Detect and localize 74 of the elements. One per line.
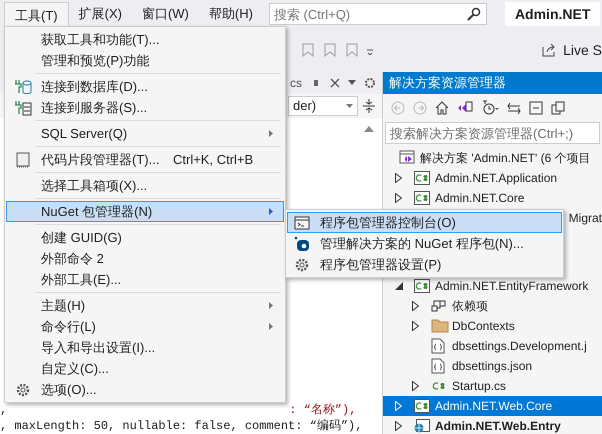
- menu-item[interactable]: NuGet 包管理器(N): [6, 201, 284, 222]
- search-field[interactable]: 搜索解决方案资源管理器(Ctrl+;): [385, 122, 600, 144]
- caret-icon: [346, 104, 353, 108]
- solution-name-badge: Admin.NET: [504, 2, 600, 26]
- solution-icon: [399, 150, 415, 166]
- menu-item[interactable]: 选项(O)...: [6, 379, 284, 400]
- json-file-icon: [431, 358, 445, 374]
- history-icon[interactable]: [481, 100, 499, 116]
- dependencies-icon: [431, 299, 447, 313]
- code-text: , maxLength: 50, nullable: false, comment: “编码”),: [0, 418, 362, 434]
- tree-item[interactable]: Admin.NET.Web.Core: [383, 396, 602, 416]
- menu-item[interactable]: 创建 GUID(G): [6, 227, 284, 248]
- panel-title: 解决方案资源管理器: [389, 74, 506, 92]
- code-text: : “名称”),: [289, 402, 356, 418]
- csharp-project-icon: [414, 191, 430, 205]
- menu-item[interactable]: 管理和预览(P)功能: [6, 50, 284, 71]
- menu-item[interactable]: 外部工具(E)...: [6, 269, 284, 290]
- menu-item[interactable]: 管理解决方案的 NuGet 程序包(N)...: [287, 233, 562, 254]
- menu-item[interactable]: 连接到数据库(D)...: [6, 76, 284, 97]
- database-plug-icon: [14, 78, 32, 94]
- search-field[interactable]: 搜索 (Ctrl+Q): [268, 3, 487, 25]
- tree-item[interactable]: dbsettings.Development.j: [383, 336, 602, 356]
- copy-icon[interactable]: [551, 101, 565, 115]
- console-icon: [294, 216, 310, 230]
- menu-item[interactable]: 程序包管理器控制台(O): [287, 212, 562, 233]
- split-icon[interactable]: [362, 98, 376, 114]
- tree-item[interactable]: Startup.cs: [383, 376, 602, 396]
- close-icon[interactable]: [330, 78, 340, 88]
- tree-item[interactable]: dbsettings.json: [383, 356, 602, 376]
- sync-icon[interactable]: [507, 102, 521, 114]
- tree-item[interactable]: Admin.NET.EntityFramework: [383, 276, 602, 296]
- menu-item[interactable]: 程序包管理器设置(P): [287, 254, 562, 275]
- settings-icon: [294, 256, 310, 272]
- settings-icon[interactable]: [364, 77, 376, 89]
- scroll-up-icon[interactable]: [362, 124, 376, 134]
- settings-icon: [15, 382, 31, 398]
- csharp-project-icon: [414, 171, 430, 185]
- menu-bar-item[interactable]: 帮助(H): [198, 1, 263, 27]
- menu-bar-item[interactable]: 工具(T): [4, 2, 69, 28]
- menu-bar-item[interactable]: 窗口(W): [132, 1, 199, 27]
- tree-item[interactable]: 解决方案 'Admin.NET' (6 个项目: [383, 148, 602, 168]
- tree-item[interactable]: DbContexts: [383, 316, 602, 336]
- snippet-icon: [16, 152, 30, 168]
- tree-item[interactable]: 依赖项: [383, 296, 602, 316]
- menu-item[interactable]: 连接到服务器(S)...: [6, 97, 284, 118]
- menu-item[interactable]: 选择工具箱项(X)...: [6, 175, 284, 196]
- tree-item[interactable]: Admin.NET.Core: [383, 188, 602, 208]
- menu-item[interactable]: 代码片段管理器(T)... Ctrl+K, Ctrl+B: [6, 149, 284, 170]
- member-dropdown[interactable]: der): [288, 96, 358, 116]
- collapse-icon[interactable]: [529, 101, 543, 115]
- menu-item[interactable]: 命令行(L): [6, 316, 284, 337]
- home-icon[interactable]: [435, 101, 449, 115]
- share-icon[interactable]: [541, 42, 558, 58]
- collapse-arrow-icon[interactable]: [395, 282, 403, 290]
- menu-bar-item[interactable]: 扩展(X): [68, 1, 132, 27]
- menu-item[interactable]: 外部命令 2: [6, 248, 284, 269]
- tree-item[interactable]: Admin.NET.Application: [383, 168, 602, 188]
- editor-tab[interactable]: cs: [290, 74, 302, 92]
- server-plug-icon: [14, 100, 32, 116]
- dropdown-icon[interactable]: [348, 80, 356, 86]
- tree-item[interactable]: Admin.NET.Web.Entry: [383, 416, 602, 434]
- json-file-icon: [431, 338, 445, 354]
- folder-icon: [431, 319, 449, 333]
- menu-item[interactable]: SQL Server(Q): [6, 123, 284, 144]
- csharp-project-icon: [414, 399, 430, 413]
- live-share-button[interactable]: Live S: [563, 40, 602, 60]
- menu-item[interactable]: 导入和导出设置(I)...: [6, 337, 284, 358]
- tree-item[interactable]: Migrat: [568, 209, 602, 227]
- code-text: ,: [0, 402, 8, 418]
- search-icon[interactable]: [466, 7, 481, 21]
- package-icon: [294, 236, 310, 252]
- menu-item[interactable]: 主题(H): [6, 295, 284, 316]
- menu-item[interactable]: 获取工具和功能(T)...: [6, 29, 284, 50]
- menu-item[interactable]: 自定义(C)...: [6, 358, 284, 379]
